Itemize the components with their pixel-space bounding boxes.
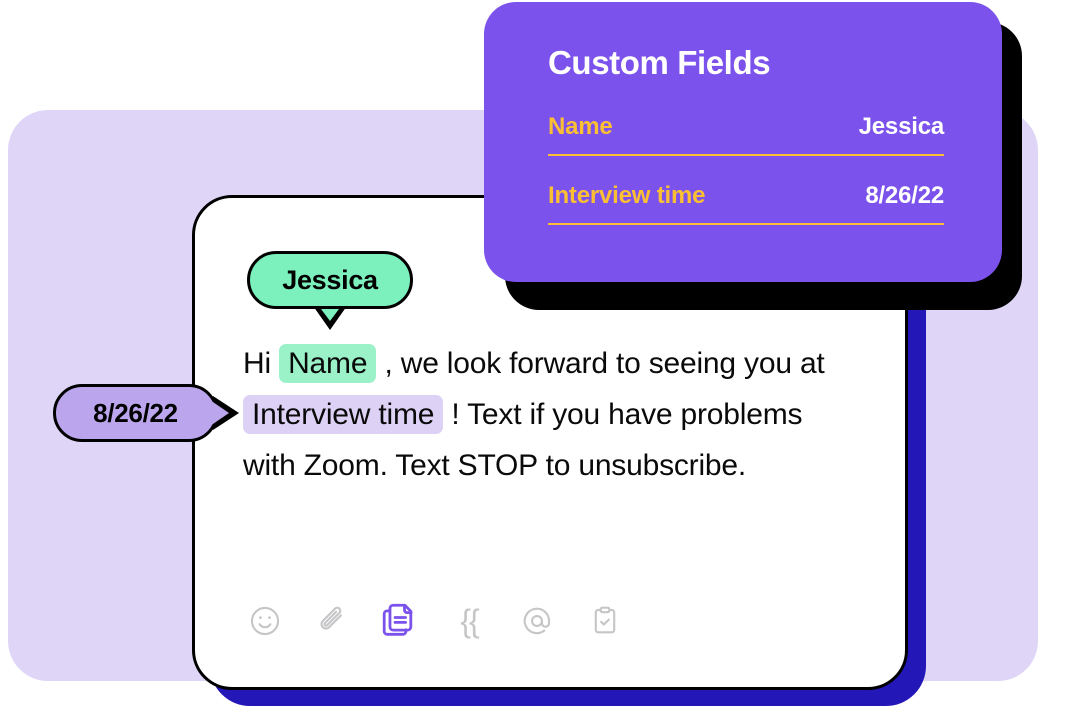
line2-suffix: ! Text if you have problems xyxy=(451,398,803,431)
date-pill-label: 8/26/22 xyxy=(93,398,178,428)
custom-field-key: Name xyxy=(548,113,613,140)
merge-field-icon: {{ xyxy=(460,603,479,639)
line1-prefix: Hi xyxy=(243,347,271,380)
attachment-icon xyxy=(320,606,342,630)
merge-token-name[interactable]: Name xyxy=(279,344,377,383)
date-pill[interactable]: 8/26/22 xyxy=(53,384,218,442)
emoji-icon xyxy=(250,606,280,636)
sender-name-label: Jessica xyxy=(282,264,378,295)
templates-icon xyxy=(382,603,413,636)
emoji-button[interactable] xyxy=(243,595,287,647)
custom-field-value: Jessica xyxy=(858,113,945,140)
custom-fields-title: Custom Fields xyxy=(548,44,771,81)
message-line-2: Interview time ! Text if you have proble… xyxy=(243,389,883,440)
illustration-stage: Jessica 8/26/22 Hi Name , we look forwar… xyxy=(0,0,1080,719)
custom-field-value: 8/26/22 xyxy=(865,182,944,209)
composer-toolbar: {{ xyxy=(243,595,627,647)
attachment-button[interactable] xyxy=(311,595,355,647)
task-icon xyxy=(594,606,616,634)
custom-field-row[interactable]: Name Jessica xyxy=(548,113,944,156)
custom-field-key: Interview time xyxy=(548,182,706,209)
custom-field-row[interactable]: Interview time 8/26/22 xyxy=(548,182,944,225)
merge-token-interview-time[interactable]: Interview time xyxy=(243,395,444,434)
mention-icon xyxy=(523,607,551,635)
message-line-1: Hi Name , we look forward to seeing you … xyxy=(243,338,883,389)
mention-button[interactable] xyxy=(515,595,559,647)
message-line-3: with Zoom. Text STOP to unsubscribe. xyxy=(243,449,747,482)
line1-suffix: , we look forward to seeing you at xyxy=(384,347,825,380)
date-pill-tail-fill xyxy=(210,400,229,426)
templates-button[interactable] xyxy=(379,595,423,647)
merge-field-button[interactable]: {{ xyxy=(447,595,491,647)
sender-name-bubble[interactable]: Jessica xyxy=(247,251,413,309)
task-button[interactable] xyxy=(583,595,627,647)
custom-fields-card: Custom Fields Name Jessica Interview tim… xyxy=(484,2,1002,282)
message-body[interactable]: Hi Name , we look forward to seeing you … xyxy=(243,338,883,491)
